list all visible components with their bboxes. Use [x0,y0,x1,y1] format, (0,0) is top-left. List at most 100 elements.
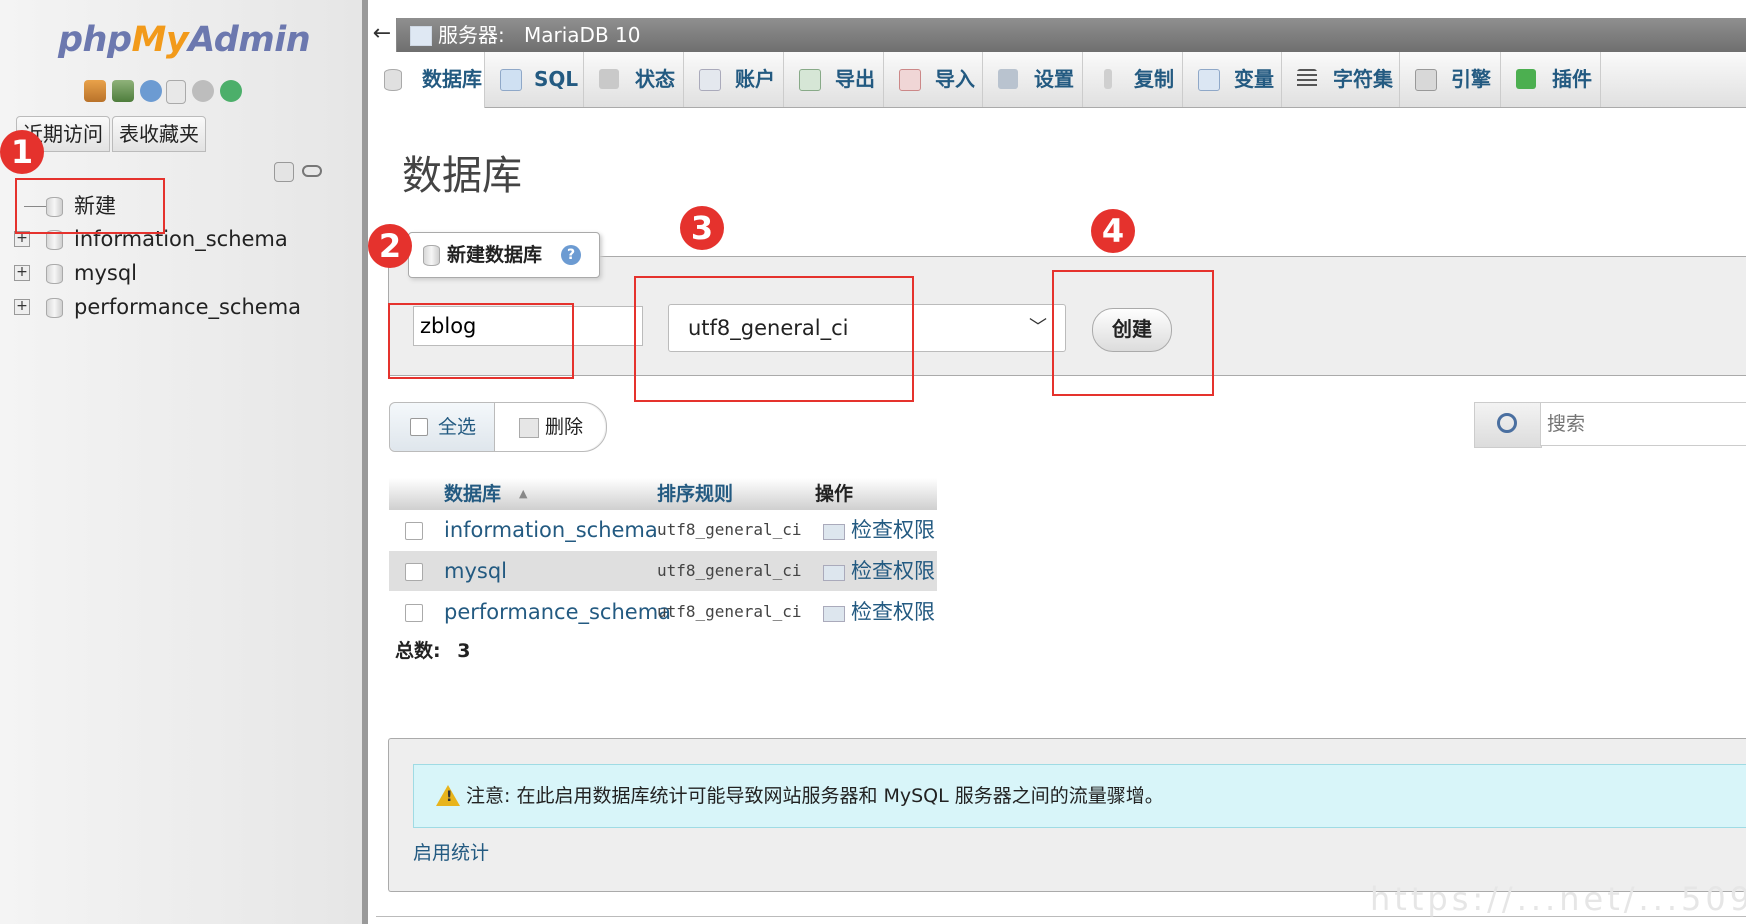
expand-icon[interactable]: + [14,265,30,281]
check-privileges-link[interactable]: 检查权限 [851,551,935,591]
back-arrow-icon[interactable]: ← [368,18,397,52]
server-name[interactable]: MariaDB 10 [524,18,640,52]
privileges-icon[interactable] [823,524,845,540]
row-checkbox[interactable] [405,522,423,540]
variables-icon [1198,69,1220,91]
tab-export[interactable]: 导出 [783,52,884,107]
tab-label: 数据库 [422,67,482,91]
tab-label: 变量 [1234,67,1274,91]
tab-label: 导出 [835,67,875,91]
select-all-checkbox[interactable] [410,418,428,436]
database-icon [46,298,63,318]
table-row: information_schema utf8_general_ci 检查权限 [389,510,937,550]
tab-replication[interactable]: 复制 [1082,52,1183,107]
logo-admin: Admin [188,20,311,60]
chevron-down-icon: ﹀ [1029,317,1047,338]
check-privileges-link[interactable]: 检查权限 [851,510,935,550]
create-database-label: 新建数据库 [447,244,543,266]
notice-text: 注意: 在此启用数据库统计可能导致网站服务器和 MySQL 服务器之间的流量骤增… [466,785,1164,807]
logo-my: My [131,20,189,60]
privileges-icon[interactable] [823,565,845,581]
sort-ascending-icon[interactable]: ▲ [519,478,527,510]
annotation-box-4 [1052,270,1214,396]
row-checkbox[interactable] [405,563,423,581]
nav-resizer[interactable] [362,0,368,924]
users-icon [699,69,721,91]
collapse-all-icon[interactable] [274,162,294,182]
sql-icon [500,69,522,91]
database-link[interactable]: mysql [444,551,507,591]
main-tabs: 数据库 SQL 状态 账户 导出 导入 设置 复制 变量 字符集 引擎 插件 [368,52,1746,108]
import-icon [899,69,921,91]
create-database-legend: 新建数据库 ? [408,232,600,278]
tab-label: 引擎 [1451,67,1491,91]
engine-icon [1415,69,1437,91]
search-input[interactable] [1540,402,1746,446]
charset-icon [1297,69,1317,89]
link-icon[interactable] [302,165,322,177]
expand-icon[interactable]: + [14,299,30,315]
check-privileges-link[interactable]: 检查权限 [851,592,935,632]
tab-sql[interactable]: SQL [484,52,584,107]
delete-label: 删除 [545,416,584,438]
tab-charset[interactable]: 字符集 [1281,52,1400,107]
phpmyadmin-logo[interactable]: phpMyAdmin [58,20,311,60]
select-all-button[interactable]: 全选 [390,403,495,451]
database-link[interactable]: performance_schema [444,592,671,632]
annotation-badge-2: 2 [368,224,412,268]
annotation-box-1 [15,178,165,234]
header-collation[interactable]: 排序规则 [657,478,733,510]
logo-php: php [58,20,132,60]
tab-settings[interactable]: 设置 [982,52,1083,107]
tab-databases[interactable]: 数据库 [368,52,485,108]
row-collation: utf8_general_ci [657,561,802,580]
annotation-box-2 [388,303,574,379]
gear-icon[interactable] [192,80,214,102]
docs-icon[interactable] [166,80,186,104]
tab-engines[interactable]: 引擎 [1399,52,1501,107]
row-collation: utf8_general_ci [657,602,802,621]
database-link[interactable]: information_schema [444,510,658,550]
help-icon[interactable]: ? [561,245,581,265]
total-label: 总数: [395,640,441,662]
server-breadcrumb-bar: ← 服务器: MariaDB 10 [368,18,1746,52]
server-label: 服务器: [438,23,505,47]
total-count: 总数: 3 [395,636,470,663]
database-icon [384,69,402,91]
home-icon[interactable] [84,80,106,102]
reload-icon[interactable] [220,80,242,102]
tab-status[interactable]: 状态 [583,52,684,107]
tree-item-label[interactable]: performance_schema [74,292,301,322]
table-row: mysql utf8_general_ci 检查权限 [389,551,937,591]
total-value: 3 [457,640,471,662]
database-icon [46,264,63,284]
search-button[interactable] [1474,402,1542,448]
logout-icon[interactable] [112,80,134,102]
tab-label: 设置 [1034,67,1074,91]
tab-label: 状态 [635,67,675,91]
annotation-badge-4: 4 [1091,209,1135,253]
tab-import[interactable]: 导入 [883,52,983,107]
annotation-badge-1: 1 [0,130,44,174]
puzzle-icon [1516,69,1536,89]
select-all-label: 全选 [438,416,477,438]
replication-icon [1104,69,1112,89]
page-title: 数据库 [402,153,522,199]
header-database[interactable]: 数据库 [444,478,501,510]
tree-item-label[interactable]: mysql [74,258,137,288]
tab-label: 导入 [935,67,975,91]
tab-favorites[interactable]: 表收藏夹 [112,116,206,152]
tab-accounts[interactable]: 账户 [683,52,784,107]
privileges-icon[interactable] [823,606,845,622]
header-action: 操作 [815,483,854,505]
tab-label: 字符集 [1333,67,1393,91]
warning-notice: ! 注意: 在此启用数据库统计可能导致网站服务器和 MySQL 服务器之间的流量… [413,764,1746,828]
tab-variables[interactable]: 变量 [1182,52,1282,107]
help-icon[interactable] [140,80,162,102]
row-checkbox[interactable] [405,604,423,622]
delete-button[interactable]: 删除 [495,403,605,451]
enable-statistics-link[interactable]: 启用统计 [413,838,489,865]
search-icon [1497,413,1517,433]
new-db-icon [423,245,440,266]
tab-plugins[interactable]: 插件 [1500,52,1601,107]
